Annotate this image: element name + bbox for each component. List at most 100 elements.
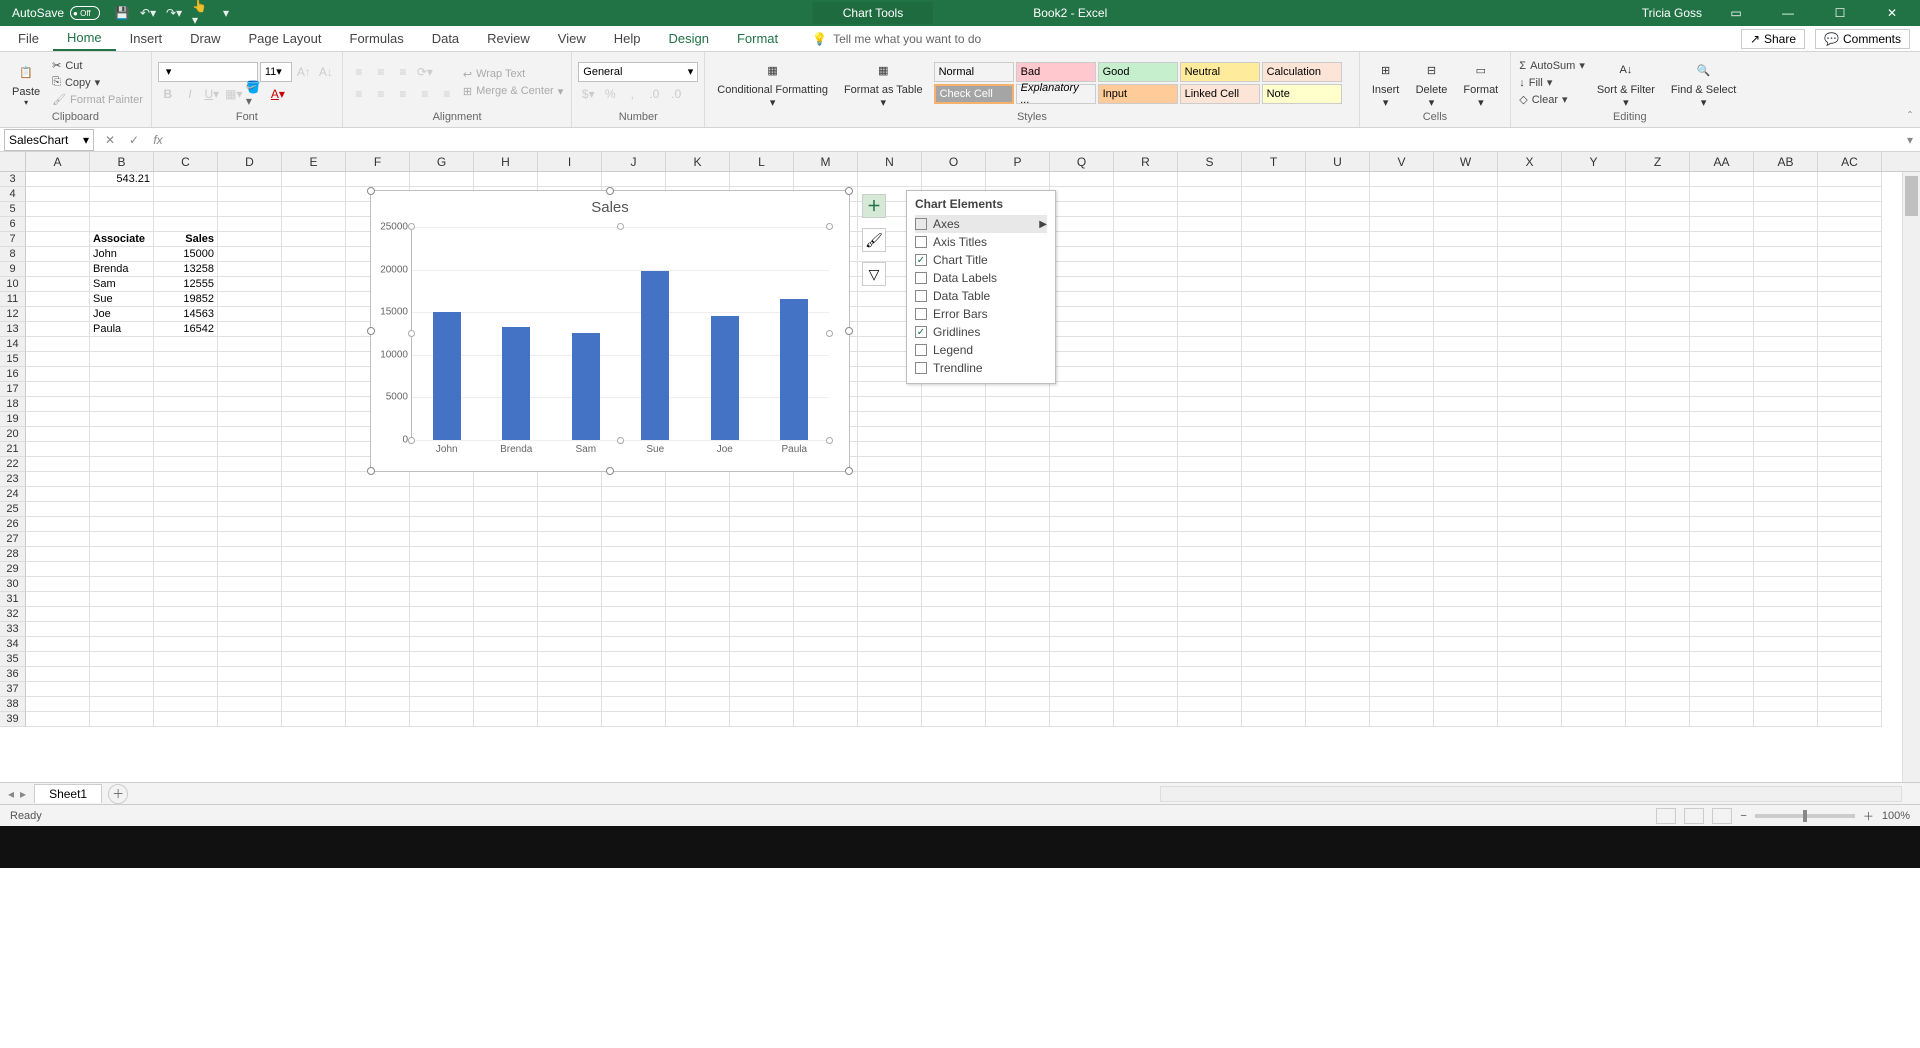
cell[interactable] (26, 277, 90, 292)
cell[interactable] (218, 217, 282, 232)
cell[interactable] (794, 547, 858, 562)
cell[interactable]: Sales (154, 232, 218, 247)
cell[interactable] (1626, 607, 1690, 622)
bold-icon[interactable]: B (158, 84, 178, 104)
cell[interactable] (218, 637, 282, 652)
cell[interactable] (474, 667, 538, 682)
autosave-toggle[interactable]: AutoSave ● Off (12, 6, 100, 20)
cell[interactable] (410, 577, 474, 592)
cell[interactable] (1498, 502, 1562, 517)
cell[interactable] (1242, 307, 1306, 322)
cell[interactable] (666, 622, 730, 637)
cell[interactable] (1178, 217, 1242, 232)
cell[interactable] (346, 592, 410, 607)
cell[interactable] (538, 697, 602, 712)
cell[interactable] (1050, 637, 1114, 652)
cell[interactable] (1690, 352, 1754, 367)
column-header[interactable]: N (858, 152, 922, 171)
cell[interactable] (410, 502, 474, 517)
cell[interactable] (90, 202, 154, 217)
cell[interactable] (154, 172, 218, 187)
cell[interactable] (1690, 232, 1754, 247)
cell[interactable] (346, 622, 410, 637)
row-header[interactable]: 15 (0, 352, 26, 367)
cell[interactable] (922, 397, 986, 412)
cell[interactable] (1050, 517, 1114, 532)
cell[interactable] (90, 442, 154, 457)
cell[interactable] (282, 487, 346, 502)
cell[interactable] (26, 337, 90, 352)
cell[interactable] (410, 472, 474, 487)
cell[interactable] (794, 532, 858, 547)
cell[interactable] (730, 712, 794, 727)
cell[interactable] (1626, 592, 1690, 607)
cell[interactable] (1434, 412, 1498, 427)
chart-element-option[interactable]: ✓Chart Title (915, 251, 1047, 269)
cell[interactable] (858, 697, 922, 712)
minimize-icon[interactable]: — (1770, 0, 1806, 26)
cell[interactable] (1562, 352, 1626, 367)
cell[interactable] (538, 667, 602, 682)
cell[interactable] (1626, 337, 1690, 352)
cell[interactable] (1562, 247, 1626, 262)
cell[interactable] (1370, 547, 1434, 562)
cell[interactable] (1562, 697, 1626, 712)
align-center-icon[interactable]: ≡ (371, 84, 391, 104)
cell[interactable] (1242, 217, 1306, 232)
underline-icon[interactable]: U▾ (202, 84, 222, 104)
cell[interactable] (1690, 187, 1754, 202)
tab-formulas[interactable]: Formulas (336, 26, 418, 51)
cell[interactable] (922, 172, 986, 187)
cell[interactable] (858, 562, 922, 577)
cell[interactable] (282, 457, 346, 472)
cell[interactable] (218, 337, 282, 352)
cell[interactable] (986, 172, 1050, 187)
cell[interactable] (730, 697, 794, 712)
row-header[interactable]: 22 (0, 457, 26, 472)
cell[interactable] (1754, 427, 1818, 442)
cell[interactable] (1370, 397, 1434, 412)
cell[interactable] (1754, 502, 1818, 517)
cell[interactable] (538, 517, 602, 532)
cell[interactable] (1114, 712, 1178, 727)
normal-view-icon[interactable] (1656, 808, 1676, 824)
chart-bar[interactable] (711, 316, 739, 440)
cell[interactable] (1178, 247, 1242, 262)
name-box[interactable]: SalesChart▾ (4, 129, 94, 151)
cell[interactable] (1114, 547, 1178, 562)
cell[interactable] (730, 592, 794, 607)
cell[interactable] (1818, 187, 1882, 202)
cell[interactable] (1114, 592, 1178, 607)
cell[interactable] (26, 202, 90, 217)
cell[interactable] (1498, 652, 1562, 667)
cell[interactable] (794, 562, 858, 577)
cell[interactable] (1754, 337, 1818, 352)
cell[interactable] (1370, 652, 1434, 667)
cell[interactable] (1498, 562, 1562, 577)
cell[interactable] (1434, 307, 1498, 322)
column-header[interactable]: S (1178, 152, 1242, 171)
cell[interactable] (90, 217, 154, 232)
cell[interactable] (1690, 217, 1754, 232)
cell[interactable] (1050, 247, 1114, 262)
share-button[interactable]: ↗Share (1741, 29, 1805, 49)
cell[interactable] (730, 517, 794, 532)
cell[interactable] (218, 427, 282, 442)
cell[interactable] (1306, 502, 1370, 517)
cell[interactable] (1690, 457, 1754, 472)
column-header[interactable]: V (1370, 152, 1434, 171)
vertical-scrollbar[interactable] (1902, 172, 1920, 782)
cell[interactable] (986, 562, 1050, 577)
cell[interactable] (1242, 712, 1306, 727)
cell[interactable] (1434, 352, 1498, 367)
column-header[interactable]: AA (1690, 152, 1754, 171)
cell[interactable] (1114, 577, 1178, 592)
cell[interactable] (1434, 427, 1498, 442)
cell[interactable] (154, 202, 218, 217)
row-header[interactable]: 31 (0, 592, 26, 607)
cell[interactable] (1306, 622, 1370, 637)
column-header[interactable]: H (474, 152, 538, 171)
cell[interactable] (730, 472, 794, 487)
cell[interactable]: Sam (90, 277, 154, 292)
cell[interactable] (986, 472, 1050, 487)
